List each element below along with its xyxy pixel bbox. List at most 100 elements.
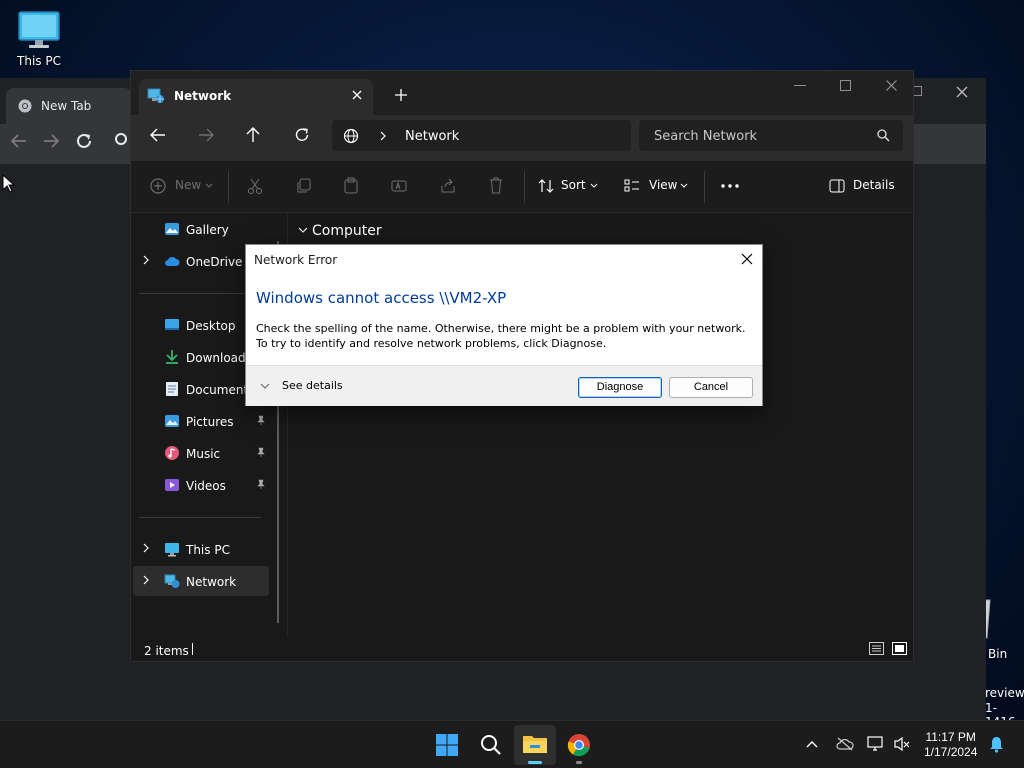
large-icons-view-icon[interactable]	[892, 642, 907, 655]
folder-icon	[523, 736, 547, 753]
close-icon[interactable]	[740, 252, 754, 266]
sidebar-item-gallery[interactable]: Gallery	[131, 214, 279, 244]
explorer-toolbar: New Sort View Details	[131, 161, 913, 213]
start-windows-icon[interactable]	[435, 733, 459, 757]
close-icon[interactable]	[886, 80, 897, 91]
mouse-cursor-icon	[2, 174, 14, 193]
back-icon[interactable]	[150, 128, 166, 142]
new-plus-circle-icon	[150, 178, 166, 194]
dialog-message: Check the spelling of the name. Otherwis…	[256, 322, 746, 350]
chrome-close-icon[interactable]	[956, 86, 968, 98]
chrome-tab[interactable]: New Tab	[6, 88, 132, 124]
group-header-computer[interactable]: Computer	[312, 223, 382, 239]
chevron-up-icon[interactable]	[806, 740, 818, 748]
address-bar[interactable]: Network	[332, 120, 631, 151]
chrome-back-icon[interactable]	[10, 133, 28, 149]
search-icon[interactable]	[480, 734, 502, 756]
pin-icon[interactable]	[256, 447, 266, 458]
up-icon[interactable]	[246, 127, 260, 143]
sidebar-item-label: Music	[186, 447, 221, 461]
pin-icon[interactable]	[256, 479, 266, 490]
network-icon	[147, 88, 164, 103]
chevron-down-icon[interactable]	[260, 383, 270, 389]
taskbar-clock[interactable]: 11:17 PM 1/17/2024	[924, 730, 977, 760]
see-details-toggle[interactable]: See details	[282, 379, 343, 392]
chrome-logo-icon	[18, 99, 32, 113]
more-options-icon[interactable]	[721, 184, 739, 188]
desktop-icon	[165, 319, 179, 330]
new-tab-icon[interactable]	[395, 89, 407, 101]
explorer-navbar: Network Search Network	[131, 115, 913, 161]
sidebar-item-videos[interactable]: Videos	[131, 470, 279, 500]
chrome-forward-icon[interactable]	[42, 133, 60, 149]
new-button[interactable]: New	[175, 178, 201, 192]
view-button[interactable]: View	[649, 178, 677, 192]
document-icon	[166, 382, 178, 396]
dialog-footer: See details Diagnose Cancel	[246, 365, 762, 406]
chevron-down-icon	[590, 183, 598, 188]
share-icon[interactable]	[440, 178, 456, 194]
taskbar-file-explorer[interactable]	[514, 725, 556, 765]
explorer-tab[interactable]: Network	[139, 79, 373, 115]
desktop-icon-label: This PC	[17, 54, 61, 68]
sidebar-item-this-pc[interactable]: This PC	[131, 534, 279, 564]
network-icon	[164, 574, 180, 588]
sidebar-item-label: Downloads	[186, 351, 252, 365]
taskbar: 11:17 PM 1/17/2024	[0, 720, 1024, 768]
volume-muted-icon[interactable]	[893, 736, 911, 752]
gallery-icon	[165, 223, 179, 235]
network-status-icon[interactable]	[867, 736, 885, 752]
monitor-icon	[18, 11, 60, 48]
sidebar-item-label: Pictures	[186, 415, 234, 429]
search-input[interactable]: Search Network	[639, 120, 903, 151]
cut-icon[interactable]	[248, 178, 262, 194]
sidebar-item-pictures[interactable]: Pictures	[131, 406, 279, 436]
view-icon	[624, 179, 639, 192]
desktop-icon-this-pc[interactable]: This PC	[8, 10, 70, 68]
running-indicator	[576, 761, 582, 764]
tab-close-icon[interactable]	[352, 90, 362, 100]
cancel-button[interactable]: Cancel	[669, 377, 753, 398]
music-icon	[165, 446, 179, 460]
dialog-title: Network Error	[254, 253, 338, 267]
copy-icon[interactable]	[296, 178, 311, 194]
search-icon	[877, 129, 890, 142]
notification-bell-icon[interactable]	[989, 736, 1004, 753]
sidebar-item-music[interactable]: Music	[131, 438, 279, 468]
search-placeholder: Search Network	[654, 129, 758, 144]
recycle-bin-label: Bin	[988, 647, 1008, 661]
this-pc-icon	[165, 543, 179, 557]
toolbar-separator	[524, 171, 525, 203]
chevron-right-icon[interactable]	[143, 543, 150, 553]
paste-icon[interactable]	[344, 177, 358, 194]
status-item-count: 2 items	[144, 644, 189, 658]
pin-icon[interactable]	[256, 415, 266, 426]
delete-icon[interactable]	[489, 177, 503, 194]
chrome-logo-icon[interactable]	[567, 733, 591, 757]
chevron-right-icon	[380, 131, 386, 141]
network-error-dialog[interactable]: Network Error Windows cannot access \\VM…	[245, 244, 763, 406]
details-view-icon[interactable]	[869, 642, 884, 655]
chevron-down-icon[interactable]	[298, 227, 308, 234]
sidebar-divider	[139, 293, 261, 294]
chevron-right-icon[interactable]	[143, 255, 150, 265]
chrome-tab-title: New Tab	[41, 99, 92, 113]
sidebar-item-network[interactable]: Network	[133, 566, 269, 596]
active-indicator	[528, 761, 542, 764]
chrome-reload-icon[interactable]	[75, 132, 93, 150]
rename-icon[interactable]	[391, 178, 407, 194]
details-button[interactable]: Details	[853, 178, 895, 192]
forward-icon[interactable]	[198, 128, 214, 142]
details-pane-icon	[829, 179, 845, 193]
globe-icon	[343, 128, 359, 144]
maximize-icon[interactable]	[840, 80, 851, 91]
clock-date: 1/17/2024	[924, 745, 978, 759]
sort-button[interactable]: Sort	[561, 178, 586, 192]
refresh-icon[interactable]	[294, 127, 310, 143]
onedrive-offline-icon[interactable]	[836, 737, 854, 751]
toolbar-separator	[228, 171, 229, 203]
chevron-right-icon[interactable]	[143, 575, 150, 585]
cloud-icon	[165, 256, 180, 266]
diagnose-button[interactable]: Diagnose	[578, 377, 662, 398]
minimize-icon[interactable]	[794, 85, 806, 87]
